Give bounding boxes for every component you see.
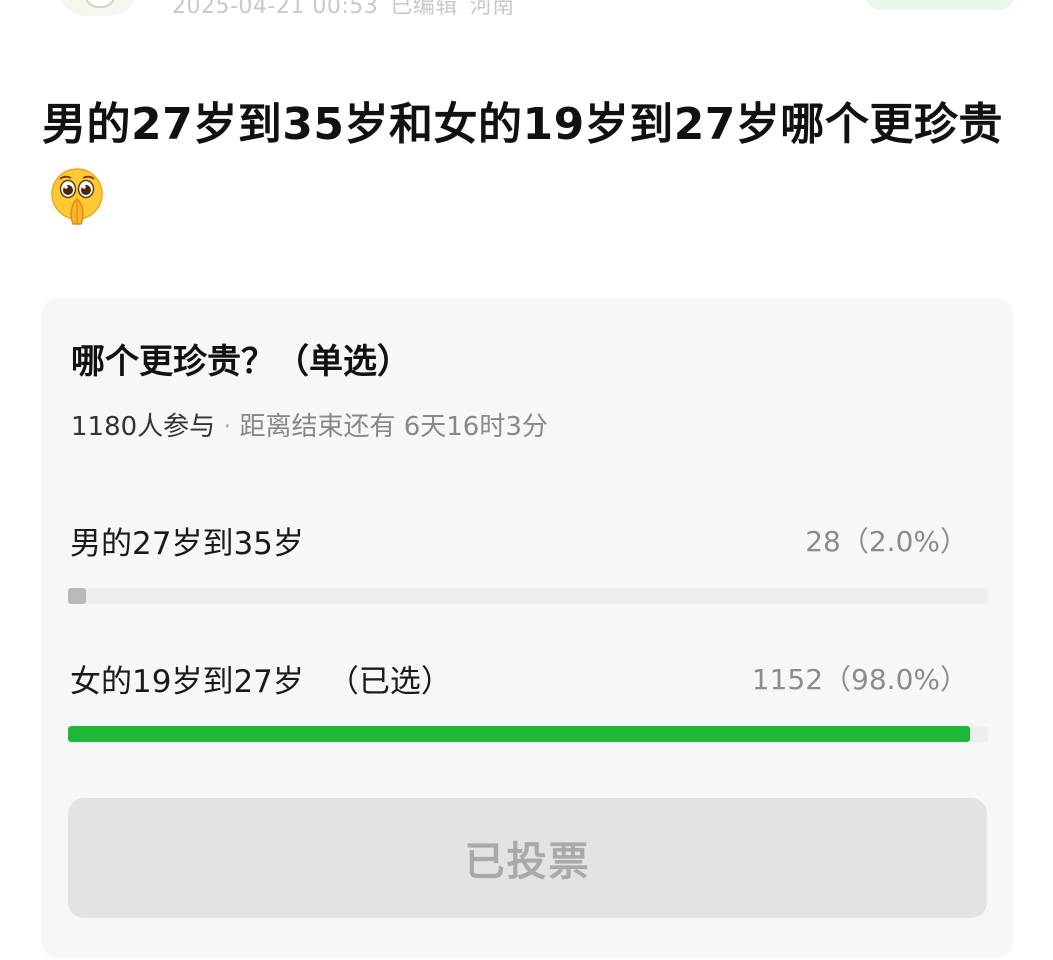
post-location: 河南 — [469, 0, 515, 19]
poll-option-bar-fill — [68, 588, 87, 604]
avatar-image — [84, 0, 116, 8]
poll-remaining-time: 距离结束还有 6天16时3分 — [239, 412, 548, 442]
poll-option-label-text: 女的19岁到27岁 — [70, 664, 304, 700]
post-title-text: 男的27岁到35岁和女的19岁到27岁哪个更珍贵 — [42, 99, 1003, 150]
post-edited-tag: 已编辑 — [390, 0, 458, 19]
avatar[interactable] — [56, 0, 140, 16]
poll-option-bar-fill — [68, 726, 970, 742]
poll-option-result: 1152（98.0%） — [751, 663, 968, 696]
post-meta-strip: 2025-04-21 00:53 已编辑 河南 — [0, 0, 1053, 24]
poll-option-bar-track — [68, 588, 988, 604]
poll-stats: 1180人参与 · 距离结束还有 6天16时3分 — [71, 406, 548, 443]
post-title: 男的27岁到35岁和女的19岁到27岁哪个更珍贵 — [42, 86, 1012, 242]
post-meta: 2025-04-21 00:53 已编辑 河南 — [172, 0, 527, 20]
poll-participants: 1180人参与 — [71, 412, 216, 442]
poll-option-label-text: 男的27岁到35岁 — [70, 526, 304, 562]
follow-button[interactable] — [866, 0, 1014, 10]
poll-card: 哪个更珍贵？（单选） 1180人参与 · 距离结束还有 6天16时3分 男的27岁到… — [41, 298, 1014, 958]
poll-stats-separator: · — [223, 412, 232, 442]
poll-option-result: 28（2.0%） — [805, 525, 968, 558]
poll-option-label: 男的27岁到35岁 — [70, 518, 304, 563]
voted-button[interactable]: 已投票 — [68, 798, 987, 918]
post-time: 2025-04-21 00:53 — [172, 0, 379, 19]
poll-option-bar-track — [68, 726, 988, 742]
pleading-face-praying-hands-emoji-icon — [46, 165, 108, 227]
poll-option-selected-tag: （已选） — [327, 664, 452, 700]
poll-option-label: 女的19岁到27岁 （已选） — [70, 656, 452, 701]
poll-question: 哪个更珍贵？（单选） — [71, 342, 411, 382]
